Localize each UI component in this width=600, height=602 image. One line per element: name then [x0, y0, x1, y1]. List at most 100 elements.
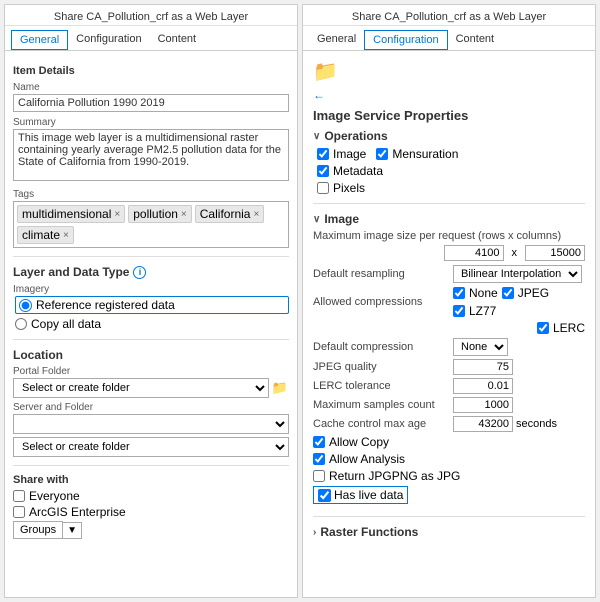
right-panel: Share CA_Pollution_crf as a Web Layer Ge… — [302, 4, 596, 598]
everyone-checkbox[interactable] — [13, 490, 25, 502]
tag-remove-pollution[interactable]: × — [181, 209, 187, 220]
folder-icon: 📁 — [313, 59, 585, 84]
compressions-row: None JPEG LZ77 — [453, 286, 585, 318]
left-tab-general[interactable]: General — [11, 30, 68, 50]
right-tabs: General Configuration Content — [303, 26, 595, 51]
left-panel-body: Item Details Name Summary This image web… — [5, 51, 297, 597]
tag-remove-california[interactable]: × — [253, 209, 259, 220]
portal-folder-label: Portal Folder — [13, 366, 289, 377]
portal-folder-row: Select or create folder 📁 — [13, 378, 289, 398]
operations-section: ∨ Operations Image Mensuration — [313, 129, 585, 195]
tag-multidimensional: multidimensional × — [17, 205, 125, 223]
has-live-data-box: Has live data — [313, 486, 408, 504]
right-tab-general[interactable]: General — [309, 30, 364, 50]
image-checkbox[interactable] — [317, 148, 329, 160]
left-tab-configuration[interactable]: Configuration — [68, 30, 149, 50]
jpeg-quality-row: JPEG quality — [313, 359, 585, 375]
default-resampling-row: Default resampling Bilinear Interpolatio… — [313, 265, 585, 283]
groups-arrow[interactable]: ▼ — [63, 522, 82, 539]
radio-copy: Copy all data — [15, 317, 289, 331]
max-cols-input[interactable] — [525, 245, 585, 261]
server-folder-select[interactable]: Select or create folder — [13, 437, 289, 457]
imagery-label: Imagery — [13, 284, 289, 295]
cache-max-age-input[interactable] — [453, 416, 513, 432]
radio-reference: Reference registered data — [15, 296, 289, 314]
allowed-compressions-row: Allowed compressions None JPEG — [313, 286, 585, 318]
allow-analysis-checkbox[interactable] — [313, 453, 325, 465]
default-resampling-select[interactable]: Bilinear Interpolation — [453, 265, 582, 283]
raster-functions-header[interactable]: › Raster Functions — [313, 525, 585, 539]
pixels-checkbox[interactable] — [317, 182, 329, 194]
right-tab-content[interactable]: Content — [448, 30, 503, 50]
portal-folder-select[interactable]: Select or create folder — [13, 378, 269, 398]
metadata-checkbox[interactable] — [317, 165, 329, 177]
max-samples-input[interactable] — [453, 397, 513, 413]
everyone-checkbox-row: Everyone — [13, 489, 289, 503]
summary-input[interactable]: This image web layer is a multidimension… — [13, 129, 289, 181]
image-service-title: Image Service Properties — [313, 108, 585, 123]
back-button[interactable]: ← — [313, 88, 585, 102]
tag-pollution: pollution × — [128, 205, 192, 223]
max-size-row: Maximum image size per request (rows x c… — [313, 230, 585, 242]
comp-jpeg: JPEG — [502, 286, 549, 300]
tag-remove-multidimensional[interactable]: × — [114, 209, 120, 220]
server-folder-label: Server and Folder — [13, 402, 289, 413]
metadata-check-row: Metadata — [317, 164, 585, 178]
image-header[interactable]: ∨ Image — [313, 212, 585, 226]
tags-label: Tags — [13, 189, 289, 200]
server-select[interactable] — [13, 414, 289, 434]
share-with-label: Share with — [13, 474, 289, 486]
pixels-check-row: Pixels — [317, 181, 585, 195]
location-title: Location — [13, 348, 289, 362]
left-panel: Share CA_Pollution_crf as a Web Layer Ge… — [4, 4, 298, 598]
info-icon: i — [133, 266, 146, 279]
image-options: Maximum image size per request (rows x c… — [313, 230, 585, 508]
jpeg-quality-input[interactable] — [453, 359, 513, 375]
max-rows-input[interactable] — [444, 245, 504, 261]
back-arrow-icon: ← — [313, 88, 325, 102]
right-tab-configuration[interactable]: Configuration — [364, 30, 447, 50]
tags-box: multidimensional × pollution × Californi… — [13, 201, 289, 248]
name-input[interactable] — [13, 94, 289, 112]
comp-none-checkbox[interactable] — [453, 287, 465, 299]
return-jpgpng-row: Return JPGPNG as JPG — [313, 469, 585, 483]
default-compression-select[interactable]: None — [453, 338, 508, 356]
summary-label: Summary — [13, 117, 289, 128]
allow-analysis-row: Allow Analysis — [313, 452, 585, 466]
has-live-data-checkbox[interactable] — [318, 489, 331, 502]
comp-lz77-checkbox[interactable] — [453, 305, 465, 317]
tag-california: California × — [195, 205, 265, 223]
lerc-tolerance-input[interactable] — [453, 378, 513, 394]
operations-options: Image Mensuration Metadata Pixels — [317, 147, 585, 195]
comp-lz77: LZ77 — [453, 304, 496, 318]
default-compression-row: Default compression None — [313, 338, 585, 356]
groups-button[interactable]: Groups — [13, 521, 63, 539]
comp-jpeg-checkbox[interactable] — [502, 287, 514, 299]
left-tab-content[interactable]: Content — [150, 30, 205, 50]
return-jpgpng-checkbox[interactable] — [313, 470, 325, 482]
comp-none: None — [453, 286, 498, 300]
groups-row: Groups ▼ — [13, 521, 289, 539]
mensuration-checkbox[interactable] — [376, 148, 388, 160]
tag-remove-climate[interactable]: × — [63, 230, 69, 241]
left-panel-title: Share CA_Pollution_crf as a Web Layer — [5, 5, 297, 26]
mensuration-check-row: Mensuration — [376, 147, 458, 161]
allow-copy-checkbox[interactable] — [313, 436, 325, 448]
x-separator: x — [512, 247, 518, 259]
item-details-label: Item Details — [13, 65, 289, 77]
max-samples-row: Maximum samples count — [313, 397, 585, 413]
radio-group: Reference registered data Copy all data — [15, 296, 289, 331]
comp-lerc-checkbox[interactable] — [537, 322, 549, 334]
enterprise-checkbox[interactable] — [13, 506, 25, 518]
portal-folder-icon: 📁 — [271, 379, 289, 397]
radio-reference-input[interactable] — [19, 299, 32, 312]
image-check-row: Image — [317, 147, 366, 161]
raster-functions-chevron: › — [313, 527, 316, 538]
right-panel-body: 📁 ← Image Service Properties ∨ Operation… — [303, 51, 595, 597]
operations-header[interactable]: ∨ Operations — [313, 129, 585, 143]
enterprise-checkbox-row: ArcGIS Enterprise — [13, 505, 289, 519]
image-section: ∨ Image Maximum image size per request (… — [313, 212, 585, 508]
radio-copy-input[interactable] — [15, 318, 27, 330]
operations-chevron: ∨ — [313, 131, 320, 142]
image-chevron: ∨ — [313, 214, 320, 225]
